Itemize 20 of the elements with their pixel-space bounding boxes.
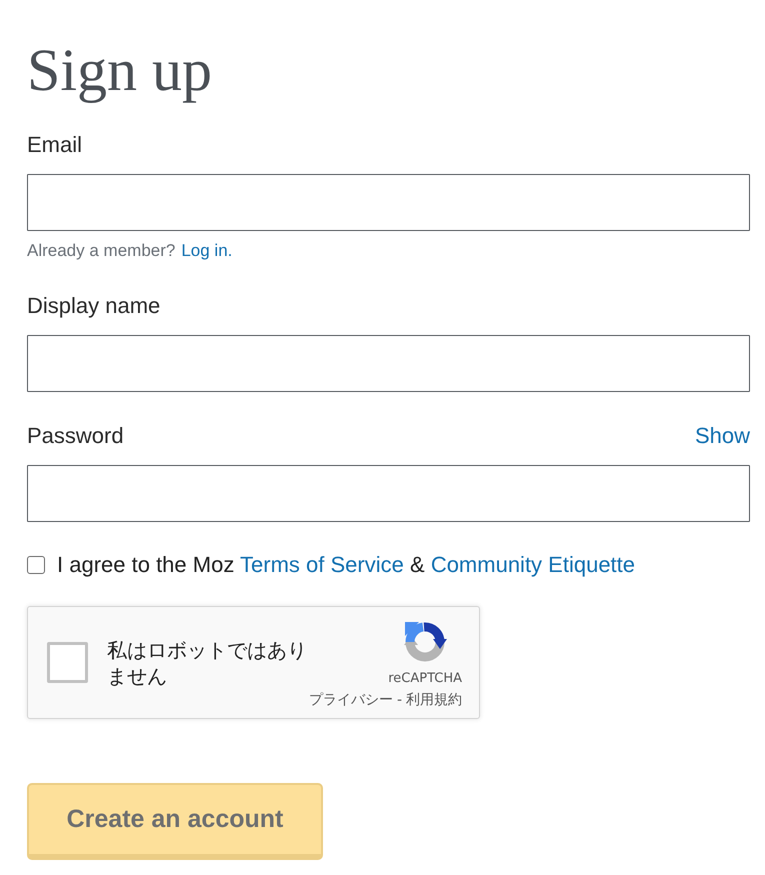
input-field[interactable] bbox=[27, 335, 750, 392]
policy-link[interactable]: Community Etiquette bbox=[430, 552, 636, 577]
agreement-text: I agree to the Moz Terms of Service & Community Etiquette bbox=[57, 551, 636, 579]
input-field[interactable] bbox=[27, 174, 750, 231]
show-password-link[interactable]: Show bbox=[694, 421, 750, 451]
page-title: Sign up bbox=[27, 36, 212, 105]
login-link[interactable]: Log in. bbox=[181, 241, 232, 260]
agree-checkbox[interactable] bbox=[27, 556, 45, 574]
policy-link[interactable]: Terms of Service bbox=[240, 552, 404, 577]
footer-link[interactable]: 利用規約 bbox=[406, 691, 462, 709]
footer-link[interactable]: プライバシー bbox=[308, 691, 393, 709]
field-label: Display name bbox=[27, 292, 160, 320]
field-label: Password bbox=[27, 422, 124, 450]
captcha-label: 私はロボットではありません bbox=[107, 636, 308, 688]
member-prompt: Already a member? Log in. bbox=[27, 241, 232, 260]
separator-text: - bbox=[396, 691, 402, 709]
captcha-checkbox[interactable] bbox=[47, 642, 88, 683]
captcha-brand: reCAPTCHA bbox=[388, 670, 462, 688]
input-field[interactable] bbox=[27, 465, 750, 522]
field-label: Email bbox=[27, 131, 82, 159]
